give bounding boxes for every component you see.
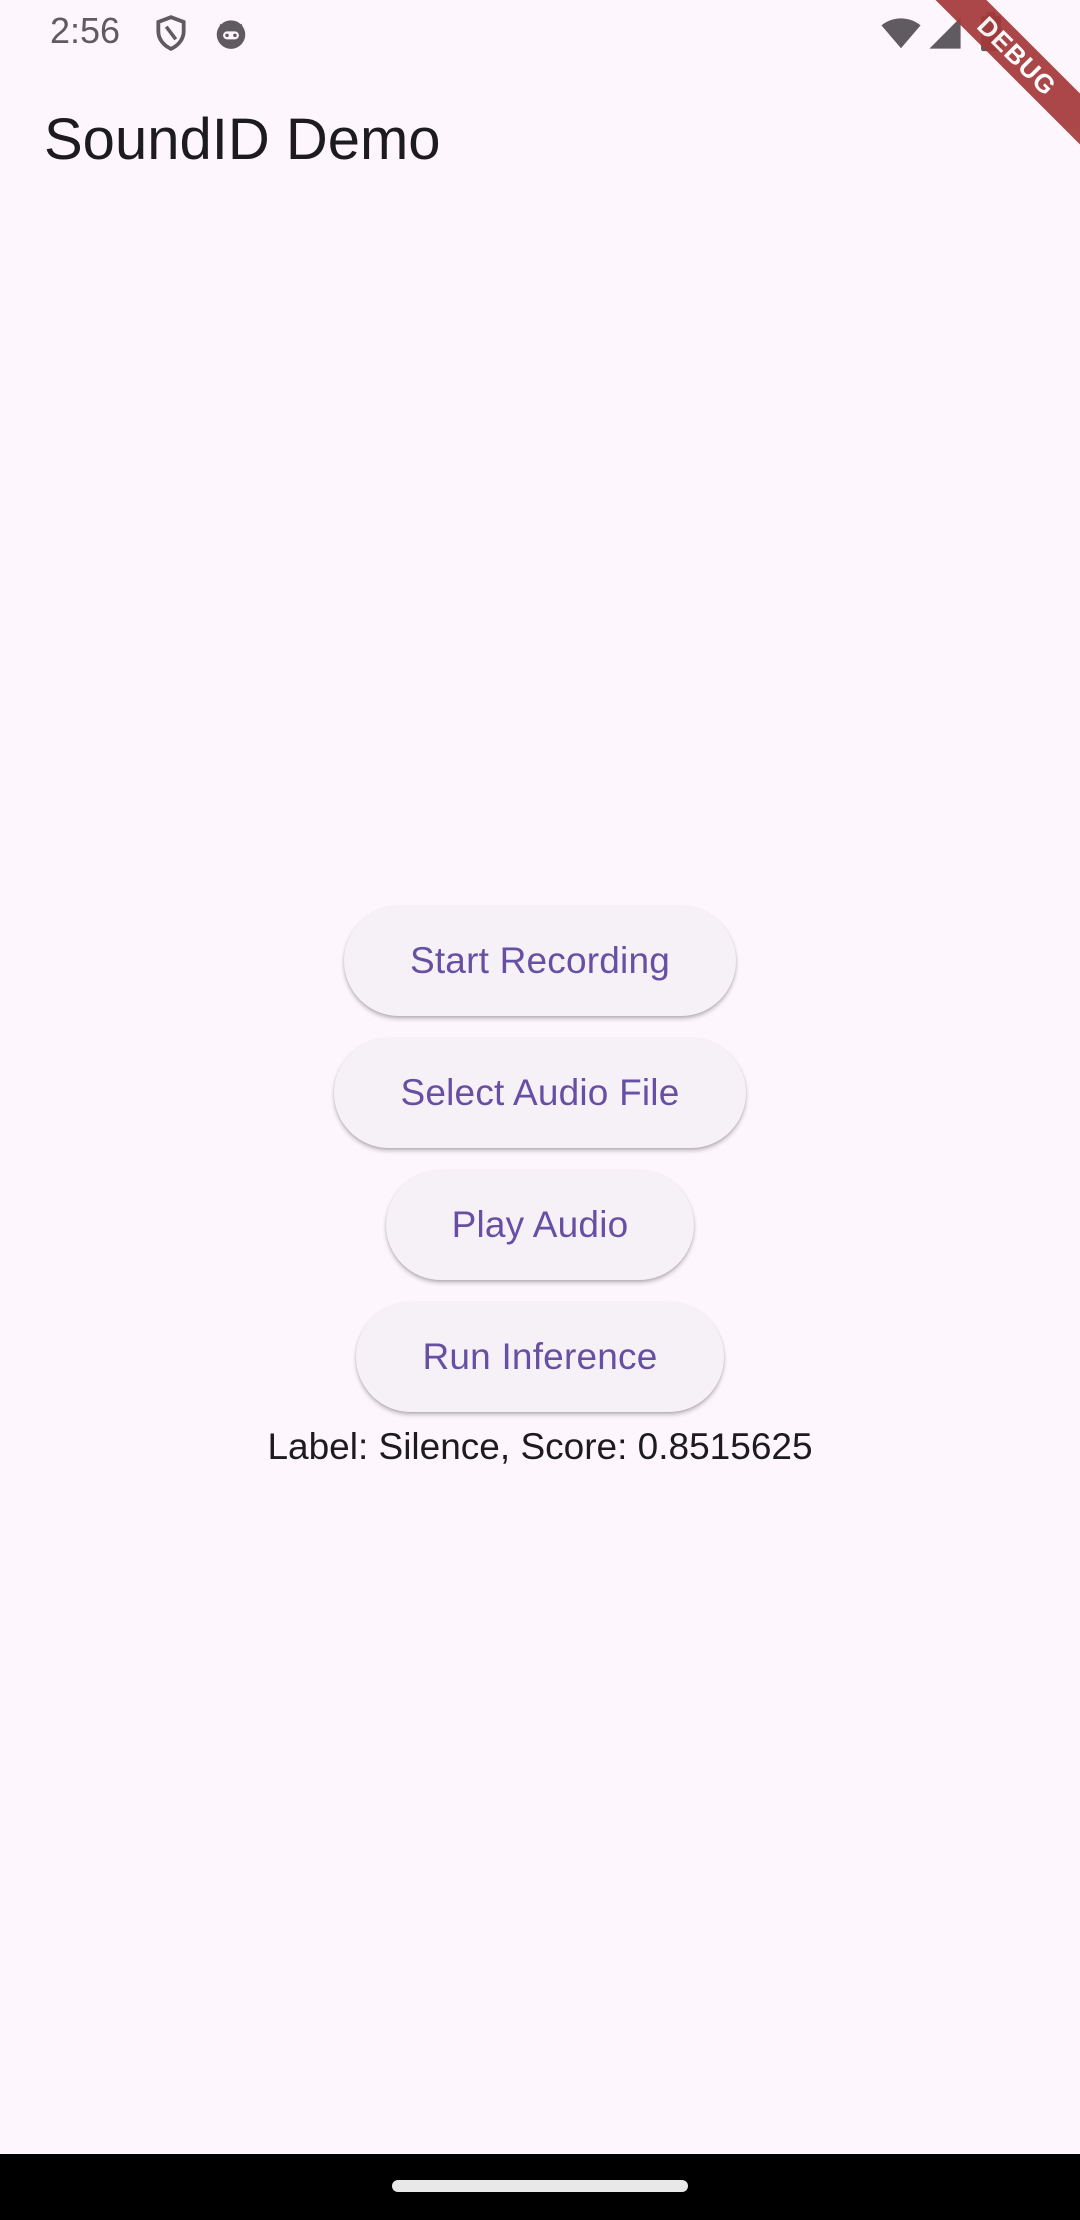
select-audio-file-button[interactable]: Select Audio File <box>334 1038 746 1148</box>
shield-icon <box>156 15 186 51</box>
home-gesture-handle[interactable] <box>392 2180 688 2192</box>
navigation-bar <box>0 2154 1080 2220</box>
signal-icon <box>929 17 961 49</box>
app-screen: 2:56 DEBUG SoundID Demo Start Recording … <box>0 0 1080 2220</box>
start-recording-button[interactable]: Start Recording <box>343 906 737 1016</box>
cat-icon <box>216 20 246 49</box>
status-bar: 2:56 <box>0 0 1080 66</box>
play-audio-button[interactable]: Play Audio <box>385 1170 695 1280</box>
inference-result-text: Label: Silence, Score: 0.8515625 <box>267 1426 813 1467</box>
page-title: SoundID Demo <box>44 107 441 172</box>
main-content: Start Recording Select Audio File Play A… <box>0 890 1080 1468</box>
battery-icon <box>981 12 1001 52</box>
wifi-icon <box>881 18 921 49</box>
status-time: 2:56 <box>50 10 121 51</box>
run-inference-button[interactable]: Run Inference <box>356 1302 724 1412</box>
app-bar: SoundID Demo <box>0 66 1080 216</box>
